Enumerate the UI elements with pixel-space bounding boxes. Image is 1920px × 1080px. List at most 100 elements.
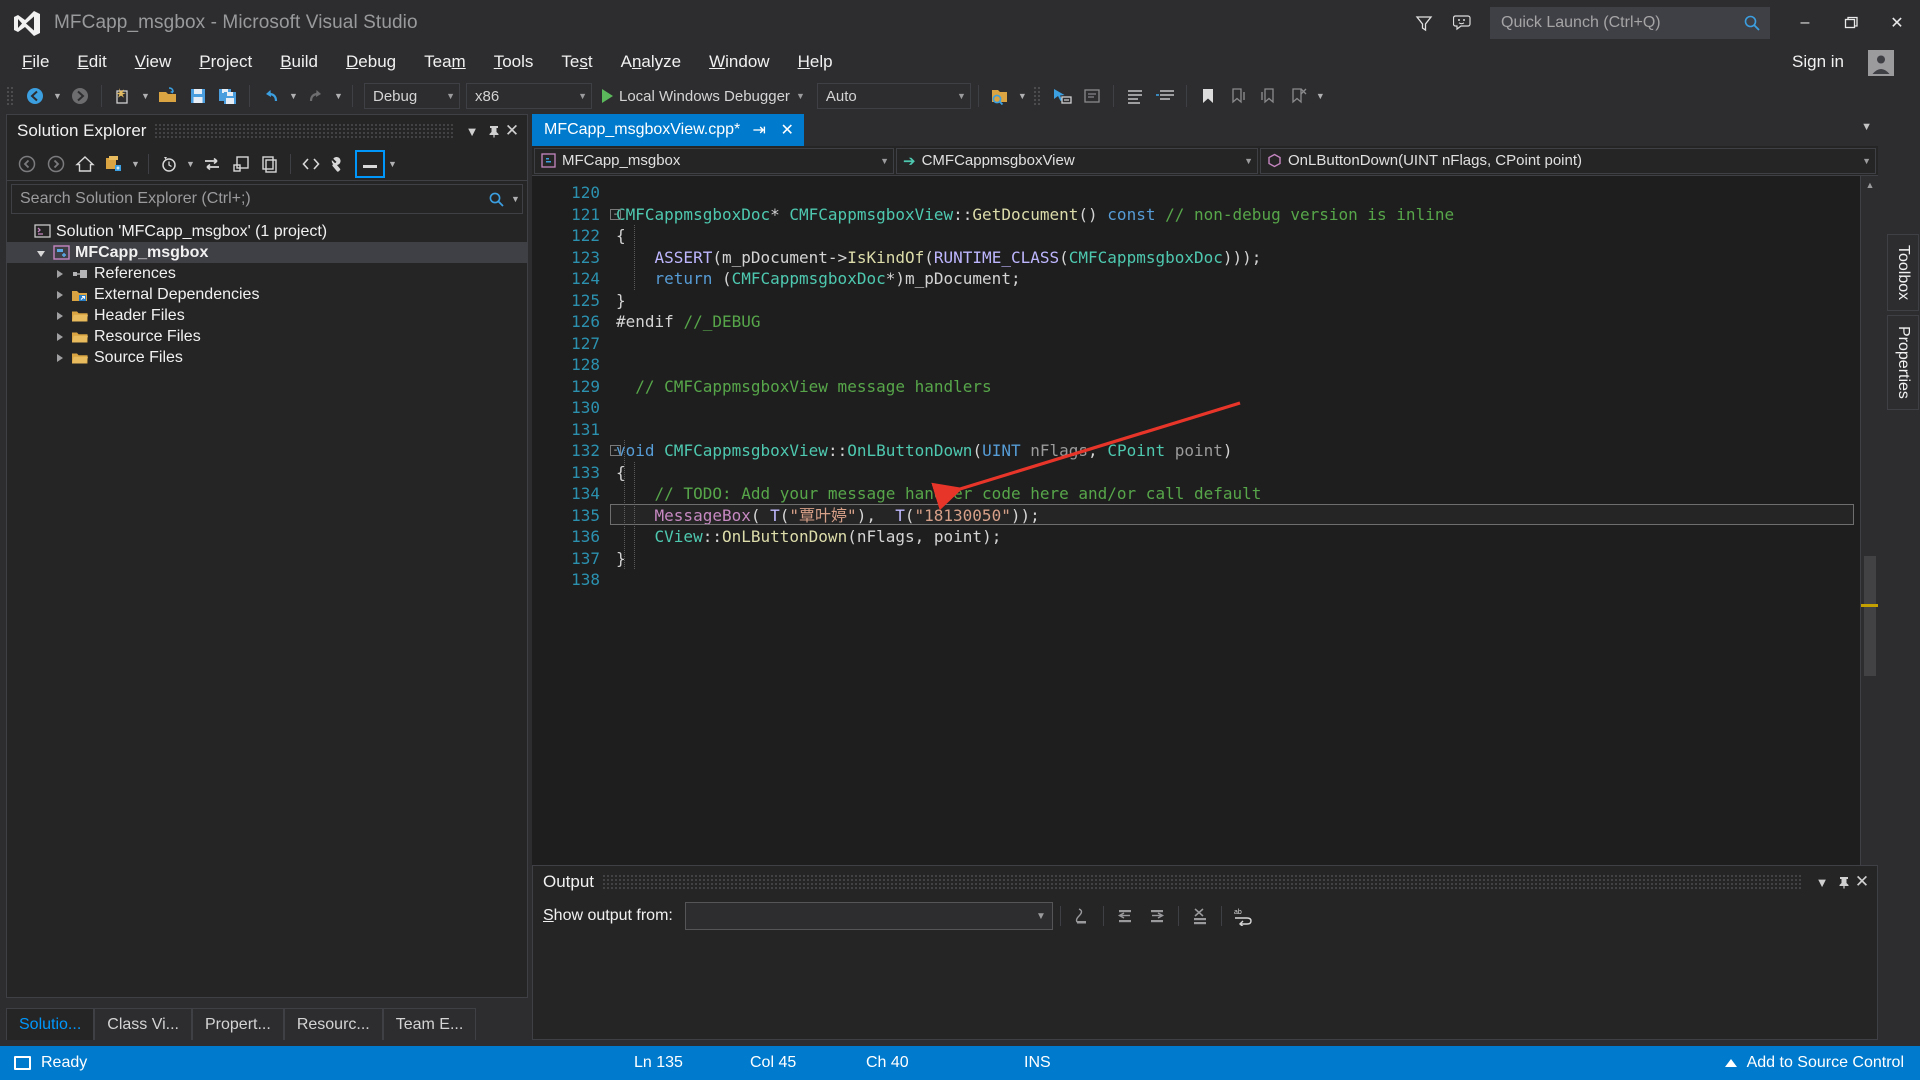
menu-item-tools[interactable]: Tools [480,49,548,75]
toolbar-grip[interactable] [6,86,15,106]
code-line[interactable]: } [610,548,1860,570]
navigate-forward-icon[interactable] [66,82,94,110]
tree-item-solution-mfcapp-msgbox-1-project[interactable]: Solution 'MFCapp_msgbox' (1 project) [7,221,527,242]
preview-dropdown-icon[interactable]: ▼ [386,150,399,178]
go-to-previous-message-icon[interactable] [1111,902,1139,930]
step-icon[interactable] [1078,82,1106,110]
menu-item-view[interactable]: View [121,49,186,75]
dock-tab-propert[interactable]: Propert... [192,1008,284,1040]
uncomment-selection-icon[interactable] [1151,82,1179,110]
user-account-icon[interactable] [1868,50,1894,76]
menu-item-help[interactable]: Help [784,49,847,75]
previous-bookmark-icon[interactable] [1224,82,1252,110]
expander-closed-icon[interactable] [51,270,69,278]
sign-in-button[interactable]: Sign in [1792,46,1844,78]
chevron-down-icon[interactable]: ▼ [446,91,455,101]
pending-changes-filter-icon[interactable] [155,150,183,178]
save-all-icon[interactable] [214,82,242,110]
feedback-smiley-icon[interactable] [1444,3,1484,43]
code-line[interactable] [610,569,1860,591]
menu-item-debug[interactable]: Debug [332,49,410,75]
menu-item-edit[interactable]: Edit [63,49,120,75]
expander-closed-icon[interactable] [51,354,69,362]
code-line[interactable]: CView::OnLButtonDown(nFlags, point); [610,526,1860,548]
expander-open-icon[interactable] [32,249,50,257]
code-line[interactable]: { [610,462,1860,484]
tree-item-references[interactable]: References [7,263,527,284]
redo-icon[interactable] [302,82,330,110]
debug-type-combo[interactable]: Auto ▼ [817,83,971,109]
toggle-word-wrap-icon[interactable]: ab [1229,902,1257,930]
chevron-down-icon[interactable]: ▼ [578,91,587,101]
code-line[interactable] [610,182,1860,204]
code-line[interactable]: // CMFCappmsgboxView message handlers [610,376,1860,398]
show-output-from-combo[interactable]: ▼ [685,902,1053,930]
dock-tab-teame[interactable]: Team E... [383,1008,477,1040]
dock-tab-resourc[interactable]: Resourc... [284,1008,383,1040]
code-line[interactable] [610,397,1860,419]
tree-item-source-files[interactable]: Source Files [7,347,527,368]
show-all-files-icon[interactable] [256,150,284,178]
vertical-scrollbar-thumb[interactable] [1864,556,1876,676]
dock-tab-solutio[interactable]: Solutio... [6,1008,94,1040]
undo-dropdown-icon[interactable]: ▼ [287,82,300,110]
funnel-icon[interactable] [1404,3,1444,43]
document-tab-active[interactable]: MFCapp_msgboxView.cpp* ⇥ ✕ [532,114,804,146]
navigate-back-dropdown-icon[interactable]: ▼ [51,82,64,110]
code-line[interactable]: } [610,290,1860,312]
refresh-icon[interactable] [198,150,226,178]
navbar-class-combo[interactable]: ➔ CMFCappmsgboxView ▼ [896,148,1258,174]
chevron-down-icon[interactable]: ▼ [796,91,805,101]
quick-launch-input[interactable] [1491,14,1735,32]
collapse-all-icon[interactable] [227,150,255,178]
scroll-up-arrow-icon[interactable]: ▲ [1861,176,1878,194]
right-dock-tab-toolbox[interactable]: Toolbox [1887,234,1919,311]
next-bookmark-icon[interactable] [1254,82,1282,110]
code-line[interactable]: #endif //_DEBUG [610,311,1860,333]
search-icon[interactable] [1735,14,1769,32]
chevron-down-icon[interactable]: ▼ [880,156,889,166]
code-line[interactable] [610,419,1860,441]
close-icon[interactable]: ✕ [505,116,527,146]
new-project-dropdown-icon[interactable]: ▼ [139,82,152,110]
view-code-icon[interactable] [297,150,325,178]
new-project-icon[interactable] [109,82,137,110]
right-dock-tab-properties[interactable]: Properties [1887,315,1919,410]
chevron-down-icon[interactable]: ▼ [1811,867,1833,897]
sync-dropdown-icon[interactable]: ▼ [129,150,142,178]
tree-item-mfcapp-msgbox[interactable]: MFCapp_msgbox [7,242,527,263]
chevron-down-icon[interactable]: ▼ [1244,156,1253,166]
search-input[interactable] [20,190,483,208]
code-line[interactable]: -void CMFCappmsgboxView::OnLButtonDown(U… [610,440,1860,462]
menu-item-project[interactable]: Project [185,49,266,75]
navbar-member-combo[interactable]: OnLButtonDown(UINT nFlags, CPoint point)… [1260,148,1876,174]
minimize-button[interactable]: – [1782,0,1828,46]
dock-tab-classvi[interactable]: Class Vi... [94,1008,192,1040]
chevron-down-icon[interactable]: ▼ [461,116,483,146]
fold-collapse-icon[interactable]: - [610,445,621,456]
comment-selection-icon[interactable] [1121,82,1149,110]
code-line[interactable]: -CMFCappmsgboxDoc* CMFCappmsgboxView::Ge… [610,204,1860,226]
panel-drag-handle[interactable] [602,874,1803,890]
expander-closed-icon[interactable] [51,291,69,299]
maximize-button[interactable] [1828,0,1874,46]
code-line[interactable]: ASSERT(m_pDocument->IsKindOf(RUNTIME_CLA… [610,247,1860,269]
start-debugging-button[interactable]: Local Windows Debugger ▼ [594,82,809,110]
close-icon[interactable]: ✕ [1855,867,1877,897]
filter-dropdown-icon[interactable]: ▼ [184,150,197,178]
sync-with-active-document-icon[interactable] [100,150,128,178]
fold-collapse-icon[interactable]: - [610,209,621,220]
quick-launch-box[interactable] [1490,7,1770,39]
go-to-next-message-icon[interactable] [1143,902,1171,930]
tree-item-header-files[interactable]: Header Files [7,305,527,326]
panel-drag-handle[interactable] [154,123,453,139]
tree-item-resource-files[interactable]: Resource Files [7,326,527,347]
chevron-down-icon[interactable]: ▼ [1861,121,1872,133]
code-line[interactable]: // TODO: Add your message handler code h… [610,483,1860,505]
toolbar-grip[interactable] [1033,86,1042,106]
solution-configuration-combo[interactable]: Debug ▼ [364,83,460,109]
back-arrow-icon[interactable] [13,150,41,178]
output-text-area[interactable] [533,934,1877,1039]
undo-icon[interactable] [257,82,285,110]
open-file-icon[interactable] [154,82,182,110]
